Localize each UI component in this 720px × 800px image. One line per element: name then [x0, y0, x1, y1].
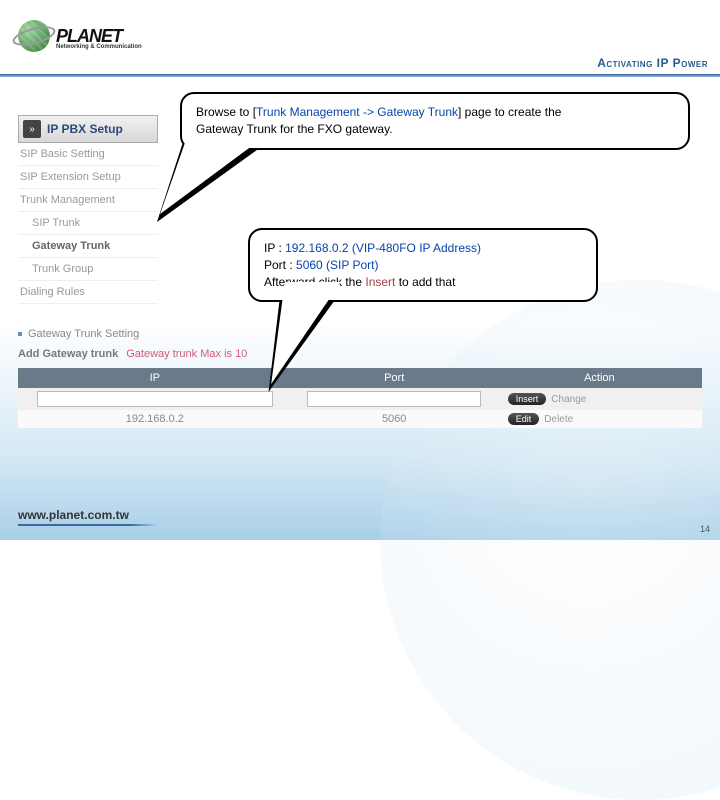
- callout-link-text: 5060 (SIP Port): [296, 258, 379, 272]
- col-action: Action: [497, 368, 702, 388]
- ip-cell: 192.168.0.2: [18, 410, 292, 428]
- delete-button[interactable]: Delete: [544, 414, 573, 425]
- logo-subtitle: Networking & Communication: [56, 44, 142, 50]
- gateway-trunk-section: Gateway Trunk Setting Add Gateway trunk …: [18, 328, 702, 428]
- header: PLANET Networking & Communication Activa…: [0, 0, 720, 78]
- sidebar-item[interactable]: Dialing Rules: [18, 281, 158, 304]
- chevron-right-icon: »: [23, 120, 41, 138]
- callout-text: IP :: [264, 241, 285, 255]
- sidebar-item[interactable]: Trunk Group: [18, 258, 158, 281]
- col-ip: IP: [18, 368, 292, 388]
- tagline: Activating IP Power: [597, 56, 708, 70]
- edit-button[interactable]: Edit: [508, 413, 540, 425]
- footer-url: www.planet.com.tw: [18, 508, 129, 524]
- sidebar-item[interactable]: Gateway Trunk: [18, 235, 158, 258]
- ip-input[interactable]: [37, 391, 272, 407]
- change-button[interactable]: Change: [551, 394, 586, 405]
- gateway-trunk-table: IP Port Action InsertChange192.168.0.250…: [18, 368, 702, 428]
- insert-button[interactable]: Insert: [508, 393, 547, 405]
- max-note: Gateway trunk Max is 10: [126, 348, 247, 360]
- callout-emph: Insert: [365, 275, 395, 289]
- add-trunk-label: Add Gateway trunk: [18, 348, 118, 360]
- callout-link-text: Trunk Management -> Gateway Trunk: [256, 105, 458, 119]
- slide-number: 14: [700, 524, 710, 534]
- callout-text: Gateway Trunk for the FXO gateway.: [196, 122, 393, 136]
- bullet-icon: [18, 332, 22, 336]
- sidebar-item[interactable]: SIP Extension Setup: [18, 166, 158, 189]
- sidebar-title: IP PBX Setup: [47, 122, 123, 136]
- callout-text: Browse to [: [196, 105, 256, 119]
- table-row: 192.168.0.25060 Edit Delete: [18, 410, 702, 428]
- sidebar-item[interactable]: SIP Basic Setting: [18, 143, 158, 166]
- callout-link-text: 192.168.0.2 (VIP-480FO IP Address): [285, 241, 481, 255]
- port-cell: 5060: [292, 410, 497, 428]
- section-heading-label: Gateway Trunk Setting: [28, 328, 139, 340]
- callout-text: to add that: [395, 275, 455, 289]
- callout-text: ] page to create the: [458, 105, 561, 119]
- section-heading: Gateway Trunk Setting: [18, 328, 702, 340]
- callout-text: Port :: [264, 258, 296, 272]
- table-row: Insert Change: [18, 388, 702, 410]
- port-input[interactable]: [307, 391, 481, 407]
- sidebar-header[interactable]: » IP PBX Setup: [18, 115, 158, 143]
